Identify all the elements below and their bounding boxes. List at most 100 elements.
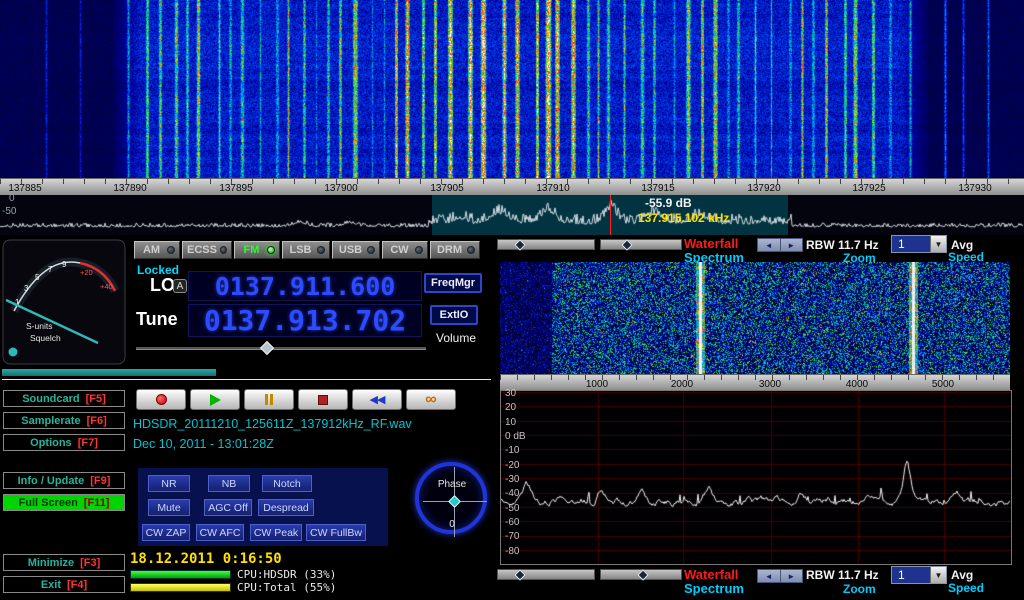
mode-label: ECSS	[187, 244, 217, 256]
scale-label: 137920	[747, 183, 780, 194]
nb-button[interactable]: NB	[208, 475, 250, 492]
button-label: Full Screen	[19, 497, 78, 509]
full-screen-button[interactable]: Full Screen [F11]	[3, 494, 125, 511]
mode-led-icon	[415, 246, 423, 254]
cw-zap-button[interactable]: CW ZAP	[142, 524, 190, 541]
agc-button[interactable]: AGC Off	[204, 499, 252, 516]
mode-lsb-button[interactable]: LSB	[282, 241, 330, 259]
slider-thumb[interactable]	[514, 239, 525, 250]
play-button[interactable]	[190, 389, 240, 410]
scale-label: 4000	[846, 379, 868, 390]
soundcard-button[interactable]: Soundcard [F5]	[3, 390, 125, 407]
samplerate-button[interactable]: Samplerate [F6]	[3, 412, 125, 429]
dropdown-arrow-icon[interactable]: ▼	[930, 236, 946, 252]
waterfall-tab-label[interactable]: Waterfall	[684, 236, 738, 251]
squelch-indicator-dot[interactable]	[9, 348, 18, 357]
lo-frequency-display[interactable]: 0137.911.600	[188, 271, 422, 301]
mode-fm-button[interactable]: FM	[234, 241, 280, 259]
waterfall-brightness-slider[interactable]	[600, 239, 682, 250]
rewind-icon: ◀◀	[370, 393, 385, 406]
pause-icon	[265, 394, 268, 405]
spectrum-brightness-slider[interactable]	[600, 569, 682, 580]
slider-thumb[interactable]	[621, 239, 632, 250]
button-key: [F11]	[84, 497, 110, 509]
dropdown-arrow-icon[interactable]: ▼	[930, 567, 946, 583]
cw-afc-button[interactable]: CW AFC	[196, 524, 244, 541]
button-key: [F7]	[78, 437, 98, 449]
mode-label: DRM	[435, 244, 464, 256]
main-waterfall-display[interactable]	[0, 0, 1024, 178]
main-spectrum-strip[interactable]: 0 -50 -55.9 dB 137.915.102 kHz	[0, 195, 1024, 235]
avg-label-bottom: Avg	[951, 568, 973, 582]
db-axis-label: -70	[505, 531, 519, 542]
zoom-out-arrow-icon[interactable]: ◄	[758, 570, 781, 582]
db-axis-label: -20	[505, 460, 519, 471]
waterfall-tab-label-bottom[interactable]: Waterfall	[684, 567, 738, 582]
slider-thumb[interactable]	[637, 569, 648, 580]
mode-ecss-button[interactable]: ECSS	[182, 241, 232, 259]
main-frequency-scale[interactable]: 137885 137890 137895 137900 137905 13791…	[0, 178, 1024, 195]
mode-am-button[interactable]: AM	[134, 241, 180, 259]
audio-frequency-scale[interactable]: 1000 2000 3000 4000 5000	[500, 374, 1010, 390]
slider-thumb[interactable]	[514, 569, 525, 580]
info-update-button[interactable]: Info / Update [F9]	[3, 472, 125, 489]
db-axis-label: -60	[505, 517, 519, 528]
mode-button-row: AM ECSS FM LSB USB CW DRM	[134, 241, 480, 259]
button-key: [F6]	[87, 415, 107, 427]
mode-led-icon	[167, 246, 175, 254]
cw-fullbw-button[interactable]: CW FullBw	[306, 524, 366, 541]
db-axis-label: -30	[505, 474, 519, 485]
zoom-in-arrow-icon[interactable]: ►	[781, 239, 803, 251]
volume-slider[interactable]	[136, 347, 426, 350]
despread-button[interactable]: Despread	[258, 499, 314, 516]
meter-tick-label: +40	[100, 282, 113, 291]
mode-label: CW	[387, 244, 412, 256]
tune-cursor-line	[610, 195, 611, 235]
db-axis-label: -40	[505, 488, 519, 499]
avg-select-bottom[interactable]: 1 ▼	[891, 566, 947, 584]
nr-button[interactable]: NR	[148, 475, 190, 492]
audio-spectrum-plot[interactable]: 30 20 10 0 dB -10 -20 -30 -40 -50 -60 -7…	[500, 390, 1012, 565]
freqmgr-button[interactable]: FreqMgr	[424, 273, 482, 293]
cpu-total-label: CPU:Total (55%)	[237, 581, 336, 594]
zoom-out-arrow-icon[interactable]: ◄	[758, 239, 781, 251]
record-icon	[156, 394, 167, 405]
spectrum-contrast-slider[interactable]	[497, 569, 595, 580]
scale-label: 137900	[324, 183, 357, 194]
scale-label: 137930	[958, 183, 991, 194]
waterfall-contrast-slider[interactable]	[497, 239, 595, 250]
options-button[interactable]: Options [F7]	[3, 434, 125, 451]
notch-button[interactable]: Notch	[262, 475, 312, 492]
mute-button[interactable]: Mute	[148, 499, 190, 516]
minimize-button[interactable]: Minimize [F3]	[3, 554, 125, 571]
volume-slider-thumb[interactable]	[260, 341, 274, 355]
extio-button[interactable]: ExtIO	[430, 305, 478, 325]
rbw-label: RBW 11.7 Hz	[806, 238, 879, 252]
divider-line	[2, 379, 491, 380]
pause-button[interactable]	[244, 389, 294, 410]
avg-select[interactable]: 1 ▼	[891, 235, 947, 253]
cpu-bar-total	[130, 583, 231, 592]
rewind-button[interactable]: ◀◀	[352, 389, 402, 410]
recording-filename: HDSDR_20111210_125611Z_137912kHz_RF.wav	[133, 417, 412, 431]
mode-drm-button[interactable]: DRM	[430, 241, 480, 259]
audio-waterfall-display[interactable]	[500, 262, 1010, 374]
mode-cw-button[interactable]: CW	[382, 241, 428, 259]
cpu-hdsdr-label: CPU:HDSDR (33%)	[237, 568, 336, 581]
db-axis-label: 30	[505, 388, 516, 399]
exit-button[interactable]: Exit [F4]	[3, 576, 125, 593]
spectrum-tab-label-bottom[interactable]: Spectrum	[684, 581, 744, 596]
record-button[interactable]	[136, 389, 186, 410]
phase-label: Phase	[410, 479, 494, 490]
cw-peak-button[interactable]: CW Peak	[250, 524, 302, 541]
lo-lock-badge[interactable]: A	[173, 279, 187, 293]
stop-button[interactable]	[298, 389, 348, 410]
tune-frequency-display[interactable]: 0137.913.702	[188, 304, 422, 337]
recording-date: Dec 10, 2011 - 13:01:28Z	[133, 437, 274, 451]
zoom-in-arrow-icon[interactable]: ►	[781, 570, 803, 582]
db-axis-label: 20	[505, 402, 516, 413]
scale-label: 137905	[430, 183, 463, 194]
phase-indicator: Phase 0	[410, 456, 494, 546]
mode-usb-button[interactable]: USB	[332, 241, 380, 259]
monitor-button[interactable]: ∞	[406, 389, 456, 410]
